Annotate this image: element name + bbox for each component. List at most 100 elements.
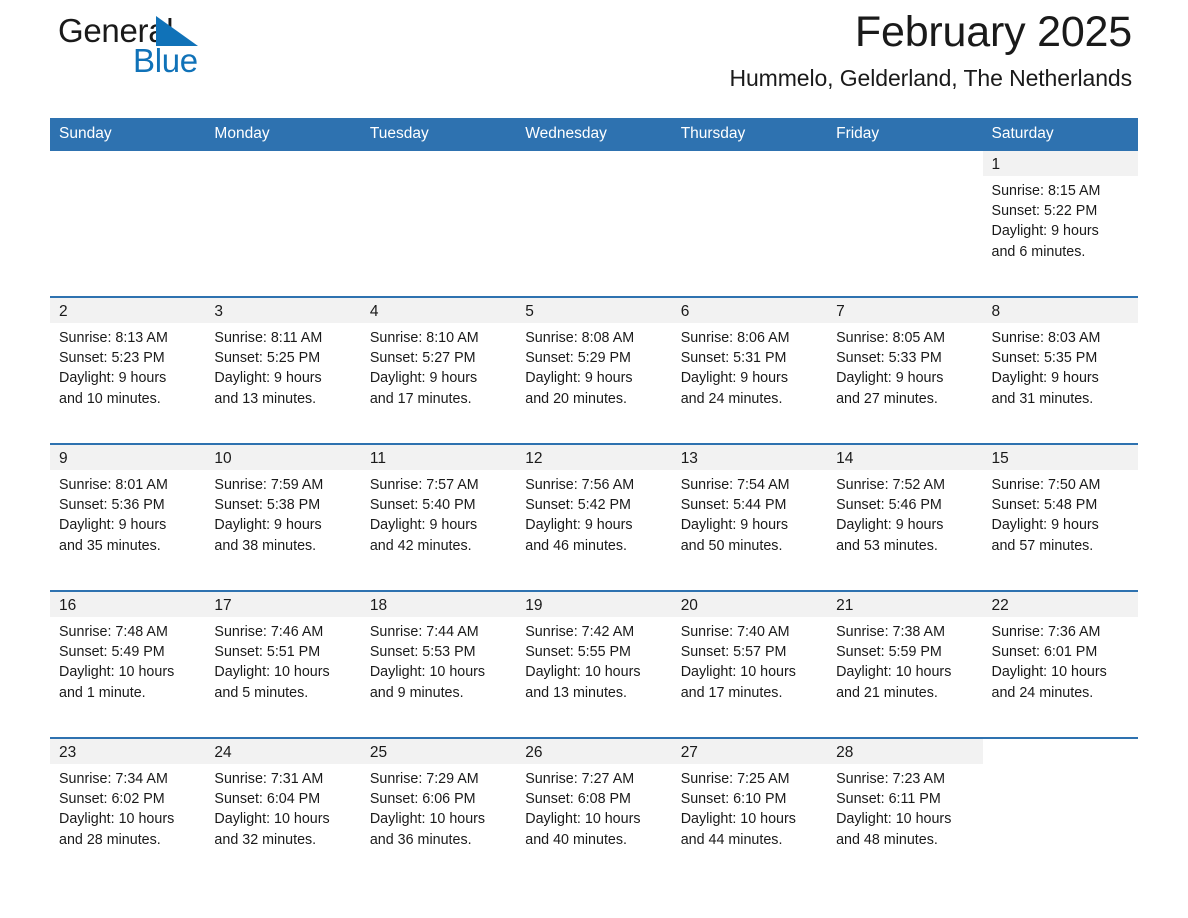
daylight-text-line2: and 17 minutes. — [369, 390, 472, 407]
calendar-day-cell[interactable]: 23 Sunrise: 7:34 AM Sunset: 6:02 PM Dayligh… — [50, 737, 206, 872]
day-details: Sunrise: 7:48 AM Sunset: 5:49 PM Daylight:… — [50, 617, 205, 703]
page-title: February 2025 — [854, 8, 1132, 56]
day-content: 19 Sunrise: 7:42 AM Sunset: 5:55 PM Dayligh… — [516, 592, 672, 725]
daylight-text-line2: and 21 minutes. — [836, 684, 938, 701]
day-number: 16 — [50, 592, 206, 617]
sunset-text: Sunset: 6:10 PM — [680, 791, 787, 808]
day-content: 16 Sunrise: 7:48 AM Sunset: 5:49 PM Dayligh… — [50, 592, 206, 725]
calendar-day-cell[interactable]: 10 Sunrise: 7:59 AM Sunset: 5:38 PM Dayligh… — [205, 443, 361, 578]
day-content: 23 Sunrise: 7:34 AM Sunset: 6:02 PM Dayligh… — [50, 739, 206, 872]
sunrise-text: Sunrise: 7:52 AM — [836, 477, 945, 493]
calendar-day-cell[interactable]: 6 Sunrise: 8:06 AM Sunset: 5:31 PM Daylight… — [671, 296, 828, 431]
calendar-day-cell[interactable]: 12 Sunrise: 7:56 AM Sunset: 5:42 PM Dayligh… — [516, 443, 672, 578]
calendar-day-cell[interactable]: 9 Sunrise: 8:01 AM Sunset: 5:36 PM Daylight… — [50, 443, 206, 578]
empty-day — [205, 151, 360, 284]
day-details: Sunrise: 7:44 AM Sunset: 5:53 PM Daylight:… — [361, 617, 516, 703]
daylight-text-line2: and 48 minutes. — [836, 831, 938, 848]
day-number: 18 — [360, 592, 517, 617]
week-spacer-cell — [50, 578, 1138, 591]
calendar-day-cell[interactable]: 27 Sunrise: 7:25 AM Sunset: 6:10 PM Dayligh… — [671, 737, 828, 872]
sunset-text: Sunset: 5:38 PM — [214, 497, 321, 514]
daylight-text-line1: Daylight: 10 hours — [59, 664, 175, 681]
calendar-day-cell[interactable]: 7 Sunrise: 8:05 AM Sunset: 5:33 PM Daylight… — [827, 296, 983, 431]
day-details: Sunrise: 7:56 AM Sunset: 5:42 PM Daylight:… — [516, 470, 671, 556]
sunrise-text: Sunrise: 8:05 AM — [836, 330, 945, 346]
day-number: 27 — [671, 739, 828, 764]
calendar-day-cell[interactable]: 1 Sunrise: 8:15 AM Sunset: 5:22 PM Daylight… — [982, 151, 1138, 284]
day-number: 5 — [516, 298, 672, 323]
calendar-day-cell[interactable]: 21 Sunrise: 7:38 AM Sunset: 5:59 PM Dayligh… — [827, 590, 983, 725]
calendar-day-cell[interactable]: 28 Sunrise: 7:23 AM Sunset: 6:11 PM Dayligh… — [827, 737, 983, 872]
day-number: 10 — [205, 445, 361, 470]
calendar-day-cell[interactable]: 13 Sunrise: 7:54 AM Sunset: 5:44 PM Dayligh… — [671, 443, 828, 578]
calendar-day-cell — [827, 151, 983, 284]
day-number: 12 — [516, 445, 672, 470]
day-details: Sunrise: 7:27 AM Sunset: 6:08 PM Daylight:… — [516, 764, 671, 850]
daylight-text-line2: and 13 minutes. — [525, 684, 627, 701]
sunrise-text: Sunrise: 7:27 AM — [525, 771, 635, 787]
calendar-day-cell[interactable]: 22 Sunrise: 7:36 AM Sunset: 6:01 PM Dayligh… — [982, 590, 1138, 725]
calendar-day-cell[interactable]: 26 Sunrise: 7:27 AM Sunset: 6:08 PM Dayligh… — [516, 737, 672, 872]
calendar-day-cell[interactable]: 11 Sunrise: 7:57 AM Sunset: 5:40 PM Dayligh… — [360, 443, 517, 578]
day-content: 21 Sunrise: 7:38 AM Sunset: 5:59 PM Dayligh… — [827, 592, 983, 725]
sunset-text: Sunset: 5:27 PM — [369, 350, 476, 367]
daylight-text-line2: and 1 minute. — [59, 684, 146, 701]
calendar-day-cell[interactable]: 2 Sunrise: 8:13 AM Sunset: 5:23 PM Daylight… — [50, 296, 206, 431]
sunset-text: Sunset: 5:48 PM — [991, 497, 1098, 514]
calendar-day-cell[interactable]: 16 Sunrise: 7:48 AM Sunset: 5:49 PM Dayligh… — [50, 590, 206, 725]
day-details: Sunrise: 7:38 AM Sunset: 5:59 PM Daylight:… — [827, 617, 982, 703]
daylight-text-line1: Daylight: 10 hours — [525, 664, 641, 681]
daylight-text-line1: Daylight: 10 hours — [369, 811, 486, 828]
calendar-week-row: 16 Sunrise: 7:48 AM Sunset: 5:49 PM Dayligh… — [50, 590, 1138, 725]
sunrise-text: Sunrise: 7:42 AM — [525, 624, 635, 640]
sunrise-text: Sunrise: 7:44 AM — [369, 624, 479, 640]
calendar-day-cell[interactable]: 5 Sunrise: 8:08 AM Sunset: 5:29 PM Daylight… — [516, 296, 672, 431]
day-details: Sunrise: 7:23 AM Sunset: 6:11 PM Daylight:… — [827, 764, 982, 850]
day-content: 5 Sunrise: 8:08 AM Sunset: 5:29 PM Daylight… — [516, 298, 672, 431]
sunset-text: Sunset: 5:36 PM — [59, 497, 165, 514]
sunrise-text: Sunrise: 8:10 AM — [369, 330, 479, 346]
day-content: 28 Sunrise: 7:23 AM Sunset: 6:11 PM Dayligh… — [827, 739, 983, 872]
calendar-day-cell[interactable]: 25 Sunrise: 7:29 AM Sunset: 6:06 PM Dayligh… — [360, 737, 517, 872]
calendar-day-cell — [671, 151, 828, 284]
calendar-day-cell[interactable]: 3 Sunrise: 8:11 AM Sunset: 5:25 PM Daylight… — [205, 296, 361, 431]
calendar-day-cell[interactable]: 19 Sunrise: 7:42 AM Sunset: 5:55 PM Dayligh… — [516, 590, 672, 725]
day-details: Sunrise: 7:46 AM Sunset: 5:51 PM Daylight:… — [205, 617, 360, 703]
calendar-body: 1 Sunrise: 8:15 AM Sunset: 5:22 PM Daylight… — [50, 151, 1138, 872]
title-block: February 2025 Hummelo, Gelderland, The N… — [729, 8, 1132, 92]
calendar-day-cell[interactable]: 20 Sunrise: 7:40 AM Sunset: 5:57 PM Dayligh… — [671, 590, 828, 725]
calendar-table: Sunday Monday Tuesday Wednesday Thursday… — [50, 118, 1138, 872]
day-number: 20 — [671, 592, 828, 617]
daylight-text-line1: Daylight: 9 hours — [214, 370, 322, 387]
calendar-day-cell[interactable]: 4 Sunrise: 8:10 AM Sunset: 5:27 PM Daylight… — [360, 296, 517, 431]
day-content: 3 Sunrise: 8:11 AM Sunset: 5:25 PM Daylight… — [205, 298, 361, 431]
week-spacer-row — [50, 578, 1138, 591]
page-header: General Blue February 2025 Hummelo, Geld… — [50, 0, 1138, 118]
weekday-header-tuesday: Tuesday — [360, 118, 517, 151]
sunset-text: Sunset: 5:25 PM — [214, 350, 321, 367]
day-details: Sunrise: 7:52 AM Sunset: 5:46 PM Daylight:… — [827, 470, 982, 556]
calendar-day-cell[interactable]: 24 Sunrise: 7:31 AM Sunset: 6:04 PM Dayligh… — [205, 737, 361, 872]
daylight-text-line1: Daylight: 10 hours — [525, 811, 641, 828]
weekday-header-thursday: Thursday — [671, 118, 828, 151]
day-content: 6 Sunrise: 8:06 AM Sunset: 5:31 PM Daylight… — [671, 298, 828, 431]
day-details: Sunrise: 7:40 AM Sunset: 5:57 PM Daylight:… — [672, 617, 827, 703]
daylight-text-line1: Daylight: 10 hours — [836, 811, 952, 828]
calendar-day-cell[interactable]: 18 Sunrise: 7:44 AM Sunset: 5:53 PM Dayligh… — [360, 590, 517, 725]
day-details: Sunrise: 7:36 AM Sunset: 6:01 PM Daylight:… — [983, 617, 1138, 703]
sunrise-text: Sunrise: 8:13 AM — [59, 330, 168, 346]
calendar-day-cell[interactable]: 8 Sunrise: 8:03 AM Sunset: 5:35 PM Daylight… — [982, 296, 1138, 431]
daylight-text-line2: and 42 minutes. — [369, 537, 472, 554]
calendar-day-cell[interactable]: 17 Sunrise: 7:46 AM Sunset: 5:51 PM Dayligh… — [205, 590, 361, 725]
daylight-text-line2: and 38 minutes. — [214, 537, 317, 554]
calendar-day-cell[interactable]: 15 Sunrise: 7:50 AM Sunset: 5:48 PM Dayligh… — [982, 443, 1138, 578]
calendar-week-row: 1 Sunrise: 8:15 AM Sunset: 5:22 PM Daylight… — [50, 151, 1138, 284]
daylight-text-line2: and 32 minutes. — [214, 831, 317, 848]
calendar-day-cell[interactable]: 14 Sunrise: 7:52 AM Sunset: 5:46 PM Dayligh… — [827, 443, 983, 578]
daylight-text-line1: Daylight: 9 hours — [59, 370, 167, 387]
sunset-text: Sunset: 6:02 PM — [59, 791, 165, 808]
sunrise-text: Sunrise: 7:54 AM — [680, 477, 790, 493]
daylight-text-line1: Daylight: 9 hours — [369, 517, 478, 534]
day-details: Sunrise: 7:29 AM Sunset: 6:06 PM Daylight:… — [361, 764, 516, 850]
day-number: 3 — [205, 298, 361, 323]
